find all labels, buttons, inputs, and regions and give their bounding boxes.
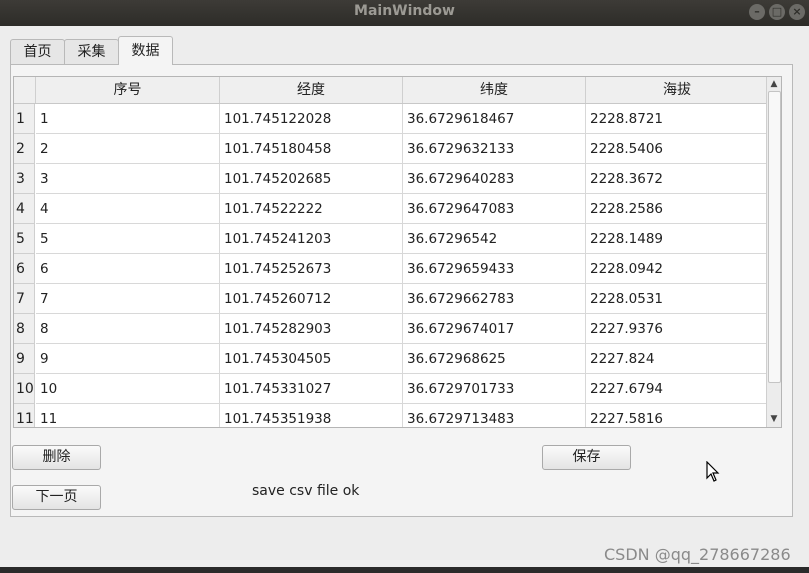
maximize-icon[interactable]: □ [769, 4, 785, 20]
column-header-longitude[interactable]: 经度 [220, 77, 403, 103]
row-header[interactable]: 11 [14, 404, 35, 427]
row-header[interactable]: 1 [14, 104, 35, 134]
cell-id[interactable]: 2 [36, 134, 220, 164]
cell-longitude[interactable]: 101.745331027 [220, 374, 403, 404]
tab-data[interactable]: 数据 [118, 36, 173, 65]
table-header: 序号 经度 纬度 海拔 [14, 77, 781, 104]
row-header[interactable]: 7 [14, 284, 35, 314]
cell-longitude[interactable]: 101.745180458 [220, 134, 403, 164]
cell-altitude[interactable]: 2227.9376 [586, 314, 769, 344]
cell-longitude[interactable]: 101.745202685 [220, 164, 403, 194]
cell-altitude[interactable]: 2228.1489 [586, 224, 769, 254]
cell-latitude[interactable]: 36.6729618467 [403, 104, 586, 134]
tab-home[interactable]: 首页 [10, 39, 65, 64]
cell-longitude[interactable]: 101.745282903 [220, 314, 403, 344]
cell-id[interactable]: 4 [36, 194, 220, 224]
row-header[interactable]: 6 [14, 254, 35, 284]
row-header[interactable]: 10 [14, 374, 35, 404]
column-header-latitude[interactable]: 纬度 [403, 77, 586, 103]
cell-longitude[interactable]: 101.745304505 [220, 344, 403, 374]
cell-altitude[interactable]: 2228.0942 [586, 254, 769, 284]
cell-latitude[interactable]: 36.67296542 [403, 224, 586, 254]
cell-id[interactable]: 8 [36, 314, 220, 344]
cell-latitude[interactable]: 36.6729659433 [403, 254, 586, 284]
cell-altitude[interactable]: 2228.3672 [586, 164, 769, 194]
bottom-strip [0, 567, 809, 573]
cell-longitude[interactable]: 101.745122028 [220, 104, 403, 134]
mouse-cursor-icon [706, 461, 720, 482]
row-header[interactable]: 8 [14, 314, 35, 344]
cell-altitude[interactable]: 2228.5406 [586, 134, 769, 164]
cell-id[interactable]: 7 [36, 284, 220, 314]
cell-id[interactable]: 5 [36, 224, 220, 254]
cell-id[interactable]: 6 [36, 254, 220, 284]
tab-collect[interactable]: 采集 [64, 39, 119, 64]
column-header-id[interactable]: 序号 [36, 77, 220, 103]
next-page-button[interactable]: 下一页 [12, 485, 101, 510]
cell-altitude[interactable]: 2228.8721 [586, 104, 769, 134]
cell-id[interactable]: 11 [36, 404, 220, 427]
title-bar: MainWindow – □ × [0, 0, 809, 26]
save-button[interactable]: 保存 [542, 445, 631, 470]
scroll-thumb[interactable] [768, 91, 781, 383]
cell-latitude[interactable]: 36.6729662783 [403, 284, 586, 314]
window-title: MainWindow [354, 3, 455, 19]
row-header[interactable]: 4 [14, 194, 35, 224]
cell-altitude[interactable]: 2228.0531 [586, 284, 769, 314]
cell-id[interactable]: 1 [36, 104, 220, 134]
cell-latitude[interactable]: 36.6729632133 [403, 134, 586, 164]
cell-altitude[interactable]: 2227.824 [586, 344, 769, 374]
cell-altitude[interactable]: 2227.6794 [586, 374, 769, 404]
cell-longitude[interactable]: 101.745351938 [220, 404, 403, 427]
corner-cell[interactable] [14, 77, 36, 103]
cell-latitude[interactable]: 36.6729701733 [403, 374, 586, 404]
scroll-down-icon[interactable]: ▼ [767, 412, 781, 426]
delete-button[interactable]: 删除 [12, 445, 101, 470]
cell-longitude[interactable]: 101.74522222 [220, 194, 403, 224]
status-text: save csv file ok [252, 483, 360, 499]
vertical-scrollbar[interactable]: ▲ ▼ [766, 77, 781, 427]
scroll-up-icon[interactable]: ▲ [767, 77, 781, 91]
cell-id[interactable]: 3 [36, 164, 220, 194]
data-table[interactable]: 序号 经度 纬度 海拔 1 1 101.745122028 36.6729618467… [13, 76, 782, 428]
minimize-icon[interactable]: – [749, 4, 765, 20]
row-header[interactable]: 5 [14, 224, 35, 254]
cell-latitude[interactable]: 36.6729674017 [403, 314, 586, 344]
cell-longitude[interactable]: 101.745260712 [220, 284, 403, 314]
cell-latitude[interactable]: 36.6729713483 [403, 404, 586, 427]
cell-longitude[interactable]: 101.745241203 [220, 224, 403, 254]
cell-latitude[interactable]: 36.672968625 [403, 344, 586, 374]
row-header[interactable]: 3 [14, 164, 35, 194]
close-icon[interactable]: × [789, 4, 805, 20]
cell-latitude[interactable]: 36.6729647083 [403, 194, 586, 224]
cell-latitude[interactable]: 36.6729640283 [403, 164, 586, 194]
watermark: CSDN @qq_278667286 [604, 545, 791, 564]
cell-longitude[interactable]: 101.745252673 [220, 254, 403, 284]
cell-id[interactable]: 10 [36, 374, 220, 404]
column-header-altitude[interactable]: 海拔 [586, 77, 769, 103]
row-header[interactable]: 9 [14, 344, 35, 374]
cell-altitude[interactable]: 2227.5816 [586, 404, 769, 427]
row-header[interactable]: 2 [14, 134, 35, 164]
cell-altitude[interactable]: 2228.2586 [586, 194, 769, 224]
data-panel: 序号 经度 纬度 海拔 1 1 101.745122028 36.6729618467… [10, 64, 793, 517]
cell-id[interactable]: 9 [36, 344, 220, 374]
